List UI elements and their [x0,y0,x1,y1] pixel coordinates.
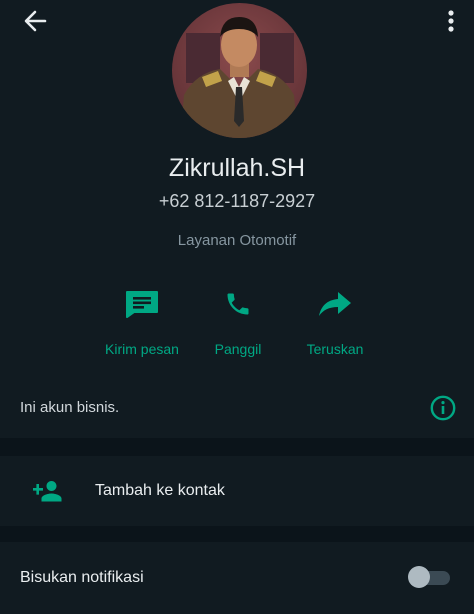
business-category: Layanan Otomotif [177,232,297,249]
message-icon-wrap [87,284,197,324]
add-to-contacts-label: Tambah ke kontak [95,482,225,499]
toggle-knob [408,566,430,588]
forward-icon [319,292,351,316]
call-label: Panggil [214,341,262,357]
contact-name: Zikrullah.SH [168,154,306,182]
phone-icon [227,293,249,315]
mute-notifications-row[interactable]: Bisukan notifikasi [0,542,474,614]
back-button[interactable] [18,6,52,36]
forward-icon-wrap [280,284,390,324]
more-vertical-icon [448,10,454,32]
info-icon [430,395,456,421]
section-divider [0,438,474,456]
contact-phone[interactable]: +62 812-1187-2927 [0,191,474,212]
info-button[interactable] [430,395,456,421]
business-account-row: Ini akun bisnis. [0,378,474,438]
add-person-icon [33,481,62,502]
message-button[interactable]: Kirim pesan [87,284,197,360]
mute-toggle[interactable] [408,566,450,588]
forward-label: Teruskan [306,341,364,357]
section-divider [0,526,474,542]
message-icon [126,291,158,318]
mute-notifications-label: Bisukan notifikasi [20,569,144,586]
contact-header: Zikrullah.SH +62 812-1187-2927 Layanan O… [0,0,474,378]
call-button[interactable]: Panggil [183,284,293,360]
profile-avatar[interactable] [172,3,307,138]
profile-photo [172,3,307,138]
more-options-button[interactable] [438,6,464,36]
arrow-left-icon [24,10,47,32]
message-label: Kirim pesan [105,341,179,357]
add-to-contacts-row[interactable]: Tambah ke kontak [0,456,474,526]
phone-icon-wrap [183,284,293,324]
business-account-notice: Ini akun bisnis. [20,399,120,416]
forward-button[interactable]: Teruskan [280,284,390,360]
